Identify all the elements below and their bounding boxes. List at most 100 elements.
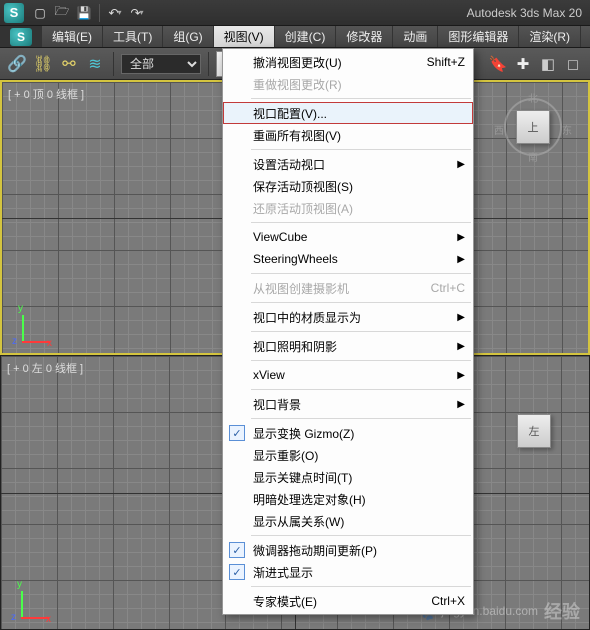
menu-item-label: 视口背景	[253, 396, 301, 413]
menu-item[interactable]: 组(G)	[163, 26, 213, 47]
app-logo-icon: S	[4, 3, 24, 23]
menu-item-label: 重做视图更改(R)	[253, 76, 342, 93]
plus-icon[interactable]: ✚	[512, 53, 534, 75]
menu-separator	[251, 389, 471, 390]
redo-icon[interactable]: ↷▾	[127, 3, 147, 23]
menu-item-label: SteeringWheels	[253, 252, 338, 266]
new-file-icon[interactable]: ▢	[30, 3, 50, 23]
window-title: Autodesk 3ds Max 20	[467, 6, 586, 20]
menu-item[interactable]: 工具(T)	[103, 26, 163, 47]
menu-item-label: 重画所有视图(V)	[253, 127, 341, 144]
menu-item[interactable]: 创建(C)	[275, 26, 337, 47]
viewcube[interactable]: 上 北 南 东 西	[498, 92, 568, 162]
check-icon: ✓	[229, 542, 245, 558]
menu-item-label: 还原活动顶视图(A)	[253, 200, 353, 217]
menu-item-label: 从视图创建摄影机	[253, 280, 349, 297]
menu-item[interactable]: 视口中的材质显示为▶	[223, 306, 473, 328]
menu-separator	[251, 586, 471, 587]
menu-separator	[251, 360, 471, 361]
menu-separator	[251, 222, 471, 223]
menu-item[interactable]: 渲染(R)	[519, 26, 581, 47]
menu-item-label: 渐进式显示	[253, 564, 313, 581]
menu-item[interactable]: 显示重影(O)	[223, 444, 473, 466]
menu-item-label: 设置活动视口	[253, 156, 325, 173]
wave-icon[interactable]: ≋	[84, 53, 106, 75]
submenu-arrow-icon: ▶	[457, 312, 465, 323]
menu-item-label: ViewCube	[253, 230, 307, 244]
viewport-label[interactable]: [ + 0 左 0 线框 ]	[7, 360, 83, 376]
menu-item[interactable]: 视口照明和阴影▶	[223, 335, 473, 357]
menu-item[interactable]: 图形编辑器	[438, 26, 519, 47]
menu-separator	[251, 418, 471, 419]
menu-item[interactable]: 设置活动视口 ▶	[223, 153, 473, 175]
menu-item[interactable]: 视口配置(V)...	[223, 102, 473, 124]
axis-tripod: yxz	[14, 307, 50, 343]
menu-item[interactable]: 专家模式(E) Ctrl+X	[223, 590, 473, 612]
menu-shortcut: Shift+Z	[413, 55, 465, 69]
menu-separator	[251, 302, 471, 303]
selection-filter-select[interactable]: 全部	[121, 54, 201, 74]
menu-separator	[251, 273, 471, 274]
submenu-arrow-icon: ▶	[457, 254, 465, 265]
menu-item[interactable]: 撤消视图更改(U) Shift+Z	[223, 51, 473, 73]
axis-tripod: yxz	[13, 583, 49, 619]
menu-item-label: 专家模式(E)	[253, 593, 317, 610]
menu-item-label: 保存活动顶视图(S)	[253, 178, 353, 195]
view-menu-dropdown: 撤消视图更改(U) Shift+Z 重做视图更改(R) 视口配置(V)... 重画所有视…	[222, 48, 474, 615]
app-menu-button[interactable]: S	[0, 26, 42, 47]
submenu-arrow-icon: ▶	[457, 341, 465, 352]
titlebar: S ▢ 🗁 💾 ↶▾ ↷▾ Autodesk 3ds Max 20	[0, 0, 590, 26]
menu-shortcut: Ctrl+X	[417, 594, 465, 608]
menu-item[interactable]: 视口背景 ▶	[223, 393, 473, 415]
menu-item[interactable]: 保存活动顶视图(S)	[223, 175, 473, 197]
menu-item[interactable]: ✓ 微调器拖动期间更新(P)	[223, 539, 473, 561]
menu-item[interactable]: ✓ 显示变换 Gizmo(Z)	[223, 422, 473, 444]
menu-item-label: 视口配置(V)...	[253, 105, 327, 122]
menu-item[interactable]: 明暗处理选定对象(H)	[223, 488, 473, 510]
menubar: S 编辑(E)工具(T)组(G)视图(V)创建(C)修改器动画图形编辑器渲染(R…	[0, 26, 590, 48]
submenu-arrow-icon: ▶	[457, 399, 465, 410]
menu-item[interactable]: 动画	[393, 26, 438, 47]
menu-shortcut: Ctrl+C	[417, 281, 465, 295]
toolbar-separator	[208, 52, 209, 76]
menu-item-label: xView	[253, 368, 285, 382]
link-icon[interactable]: 🔗	[6, 53, 28, 75]
menu-item[interactable]: 显示从属关系(W)	[223, 510, 473, 532]
submenu-arrow-icon: ▶	[457, 370, 465, 381]
menu-item[interactable]: 修改器	[336, 26, 393, 47]
menu-item: 重做视图更改(R)	[223, 73, 473, 95]
menu-item[interactable]: 编辑(E)	[42, 26, 103, 47]
undo-icon[interactable]: ↶▾	[105, 3, 125, 23]
bookmark-icon[interactable]: 🔖	[487, 53, 509, 75]
save-file-icon[interactable]: 💾	[74, 3, 94, 23]
menu-separator	[251, 149, 471, 150]
menu-item: 还原活动顶视图(A)	[223, 197, 473, 219]
menu-item-label: 显示变换 Gizmo(Z)	[253, 425, 354, 442]
square-icon[interactable]: ◻	[562, 53, 584, 75]
menu-item[interactable]: ViewCube ▶	[223, 226, 473, 248]
qat-separator	[99, 4, 100, 22]
check-icon: ✓	[229, 564, 245, 580]
menu-item[interactable]: xView ▶	[223, 364, 473, 386]
menu-item[interactable]: 显示关键点时间(T)	[223, 466, 473, 488]
menu-separator	[251, 535, 471, 536]
viewcube[interactable]: 左	[499, 396, 569, 466]
quick-access-toolbar: ▢ 🗁 💾 ↶▾ ↷▾	[30, 3, 147, 23]
bind-icon[interactable]: ⚯	[58, 53, 80, 75]
viewport-label[interactable]: [ + 0 顶 0 线框 ]	[8, 86, 84, 102]
menu-separator	[251, 98, 471, 99]
menu-item-label: 撤消视图更改(U)	[253, 54, 342, 71]
menu-item: 从视图创建摄影机 Ctrl+C	[223, 277, 473, 299]
check-icon: ✓	[229, 425, 245, 441]
menu-item[interactable]: 重画所有视图(V)	[223, 124, 473, 146]
submenu-arrow-icon: ▶	[457, 232, 465, 243]
menu-item[interactable]: ✓ 渐进式显示	[223, 561, 473, 583]
menu-item-label: 微调器拖动期间更新(P)	[253, 542, 377, 559]
submenu-arrow-icon: ▶	[457, 159, 465, 170]
menu-item-label: 显示重影(O)	[253, 447, 318, 464]
cube-icon[interactable]: ◧	[537, 53, 559, 75]
unlink-icon[interactable]: ⛓	[32, 53, 54, 75]
menu-item[interactable]: 视图(V)	[214, 26, 275, 47]
open-file-icon[interactable]: 🗁	[52, 3, 72, 23]
menu-item[interactable]: SteeringWheels ▶	[223, 248, 473, 270]
